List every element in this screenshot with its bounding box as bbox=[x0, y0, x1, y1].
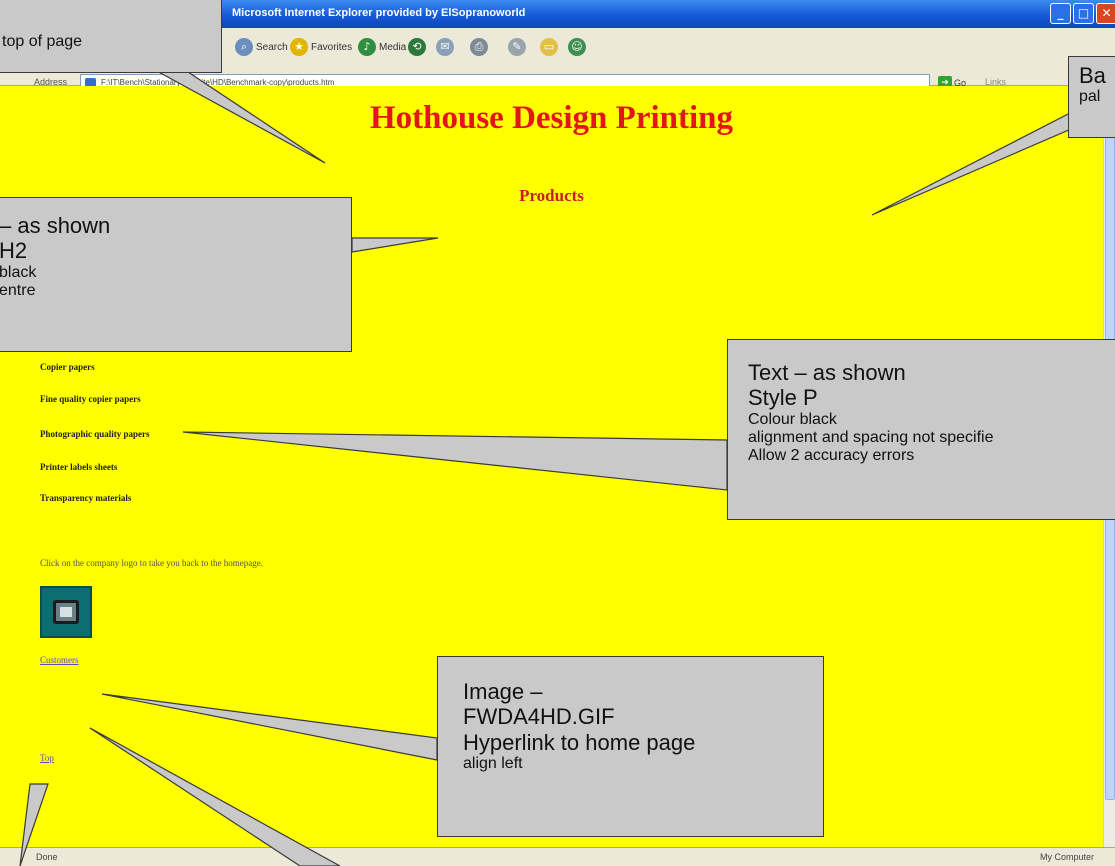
callout-image: Image – FWDA4HD.GIF Hyperlink to home pa… bbox=[437, 656, 824, 837]
mail-icon: ✉ bbox=[436, 38, 454, 56]
callout-line: top of page bbox=[2, 33, 83, 50]
history-button[interactable]: ⟲ bbox=[408, 35, 426, 59]
messenger-icon: ☺ bbox=[568, 38, 586, 56]
window-title: Microsoft Internet Explorer provided by … bbox=[232, 7, 526, 19]
history-icon: ⟲ bbox=[408, 38, 426, 56]
callout-line: entre bbox=[0, 281, 36, 299]
favorites-button[interactable]: ★ Favorites bbox=[290, 35, 352, 59]
callout-line: Image – bbox=[463, 679, 543, 704]
callout-line: H2 bbox=[0, 238, 28, 264]
edit-icon: ✎ bbox=[508, 38, 526, 56]
folder-icon: ▭ bbox=[540, 38, 558, 56]
status-text: Done bbox=[36, 852, 58, 862]
callout-top-of-page: top of page bbox=[0, 0, 222, 73]
callout-line: Style P bbox=[748, 385, 818, 411]
callout-background: Ba pal bbox=[1068, 56, 1115, 138]
page-title: Hothouse Design Printing bbox=[369, 100, 734, 136]
back-to-home-text: Click on the company logo to take you ba… bbox=[40, 558, 263, 568]
callout-text-style: Text – as shown Style P Colour black ali… bbox=[727, 339, 1115, 520]
callout-line: pal bbox=[1079, 88, 1101, 106]
favorites-button-label: Favorites bbox=[311, 41, 353, 53]
media-icon: ♪ bbox=[358, 38, 376, 56]
callout-line: alignment and spacing not specifie bbox=[748, 428, 994, 446]
chip-logo-icon bbox=[53, 600, 79, 624]
callout-line: Text – as shown bbox=[748, 360, 906, 385]
callout-heading: – as shown H2 black entre bbox=[0, 197, 352, 352]
product-item: Copier papers bbox=[40, 362, 95, 372]
media-button[interactable]: ♪ Media bbox=[358, 35, 406, 59]
callout-line: Ba bbox=[1079, 63, 1106, 88]
callout-line: Hyperlink to home page bbox=[463, 729, 696, 755]
product-item: Photographic quality papers bbox=[40, 429, 150, 439]
print-icon: ⎙ bbox=[470, 38, 488, 56]
search-button[interactable]: ⌕ Search bbox=[235, 35, 288, 59]
product-item: Printer labels sheets bbox=[40, 462, 118, 472]
close-icon[interactable]: ✕ bbox=[1096, 3, 1115, 24]
callout-line: align left bbox=[463, 754, 523, 772]
mail-button[interactable]: ✉ bbox=[436, 35, 454, 59]
product-item: Transparency materials bbox=[40, 493, 132, 503]
star-icon: ★ bbox=[290, 38, 308, 56]
folder-button[interactable]: ▭ bbox=[540, 35, 558, 59]
status-bar: Done My Computer bbox=[0, 847, 1115, 866]
messenger-button[interactable]: ☺ bbox=[568, 35, 586, 59]
search-button-label: Search bbox=[256, 41, 288, 53]
search-icon: ⌕ bbox=[235, 38, 253, 56]
product-item: Fine quality copier papers bbox=[40, 394, 141, 404]
print-button[interactable]: ⎙ bbox=[470, 35, 488, 59]
zone-text: My Computer bbox=[1040, 852, 1095, 862]
callout-line: Colour black bbox=[748, 410, 837, 428]
maximize-icon[interactable]: □ bbox=[1073, 3, 1094, 24]
callout-line: black bbox=[0, 263, 37, 281]
minimize-icon[interactable]: _ bbox=[1050, 3, 1071, 24]
customers-link[interactable]: Customers bbox=[40, 655, 79, 665]
edit-button[interactable]: ✎ bbox=[508, 35, 526, 59]
top-link[interactable]: Top bbox=[40, 753, 54, 763]
company-logo-link[interactable] bbox=[40, 586, 92, 638]
callout-line: FWDA4HD.GIF bbox=[463, 704, 615, 730]
callout-line: – as shown bbox=[0, 213, 111, 238]
media-button-label: Media bbox=[379, 41, 407, 53]
callout-line: Allow 2 accuracy errors bbox=[748, 447, 915, 465]
